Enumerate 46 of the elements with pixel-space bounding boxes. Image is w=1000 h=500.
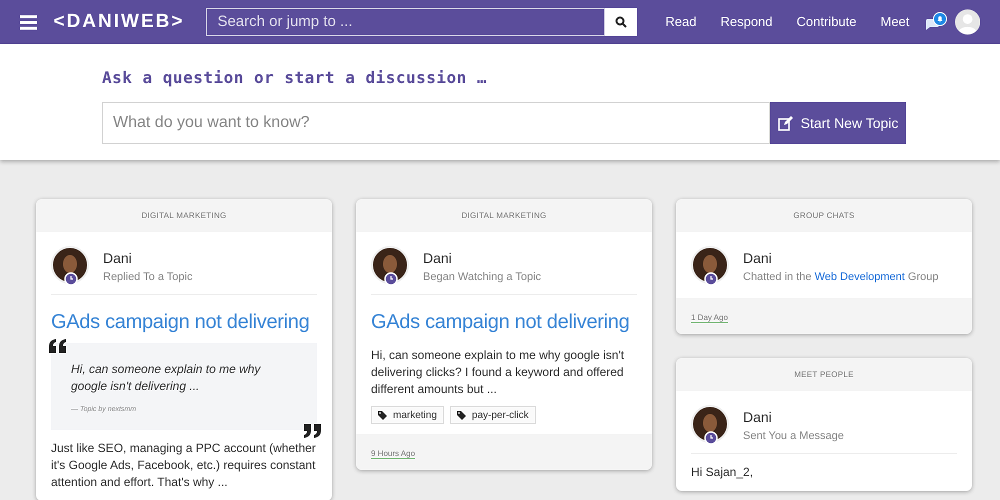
- post-excerpt: Just like SEO, managing a PPC account (whether it's Google Ads, Facebook, etc.) requires constant attention and effort. That's why ...: [51, 440, 317, 490]
- menu-icon[interactable]: [20, 14, 38, 30]
- timestamp: 9 Hours Ago: [371, 449, 416, 459]
- nav-link[interactable]: Meet: [880, 12, 910, 32]
- topic-title-link[interactable]: GAds campaign not delivering: [371, 307, 637, 337]
- activity-text: Sent You a Message: [743, 429, 844, 444]
- author-name[interactable]: Dani: [423, 248, 542, 269]
- nav-link[interactable]: Contribute: [796, 12, 856, 32]
- tag-chip[interactable]: pay-per-click: [450, 406, 536, 424]
- timestamp: 1 Day Ago: [691, 313, 728, 323]
- topic-title-link[interactable]: GAds campaign not delivering: [51, 307, 317, 337]
- start-topic-button[interactable]: Start New Topic: [770, 102, 906, 144]
- quote-text: Hi, can someone explain to me why google isn't delivering ...: [71, 361, 262, 395]
- close-quote-icon: [303, 424, 321, 438]
- edit-icon: [778, 116, 793, 130]
- nav-link[interactable]: Read: [665, 12, 696, 32]
- nav-link[interactable]: Respond: [720, 12, 773, 32]
- group-link[interactable]: Web Development: [814, 271, 905, 283]
- search-button[interactable]: [605, 8, 638, 36]
- activity-text: Chatted in the Web Development Group: [743, 270, 938, 285]
- author-name[interactable]: Dani: [743, 407, 844, 428]
- search-icon: [615, 16, 628, 28]
- tag-icon: [378, 410, 387, 420]
- author-name[interactable]: Dani: [103, 248, 192, 269]
- question-input[interactable]: What do you want to know?: [102, 102, 770, 144]
- card-category: GROUP CHATS: [793, 210, 855, 222]
- avatar-photo-placeholder: [51, 246, 89, 286]
- post-excerpt: Hi Sajan_2,: [691, 464, 754, 481]
- card-category: DIGITAL MARKETING: [461, 210, 547, 222]
- avatar-photo-placeholder: [691, 246, 729, 286]
- card-category: DIGITAL MARKETING: [141, 210, 227, 222]
- ask-heading: Ask a question or start a discussion …: [102, 67, 488, 89]
- tag-chip[interactable]: marketing: [371, 406, 444, 424]
- open-quote-icon: [49, 339, 67, 353]
- author-name[interactable]: Dani: [743, 248, 938, 269]
- card-category: MEET PEOPLE: [794, 368, 854, 380]
- notifications-button[interactable]: [925, 12, 947, 32]
- activity-text: Replied To a Topic: [103, 270, 192, 285]
- tag-icon: [456, 410, 466, 420]
- activity-text: Began Watching a Topic: [423, 270, 542, 285]
- user-avatar-icon[interactable]: [954, 9, 980, 35]
- logo[interactable]: <DANIWEB>: [53, 8, 184, 36]
- avatar-photo-placeholder: [371, 246, 409, 286]
- post-excerpt: Hi, can someone explain to me why google isn't delivering clicks? I found a keyword and offered different amounts but ...: [371, 347, 626, 398]
- avatar-photo-placeholder: [691, 405, 729, 445]
- search-field[interactable]: Search or jump to ...: [206, 8, 606, 36]
